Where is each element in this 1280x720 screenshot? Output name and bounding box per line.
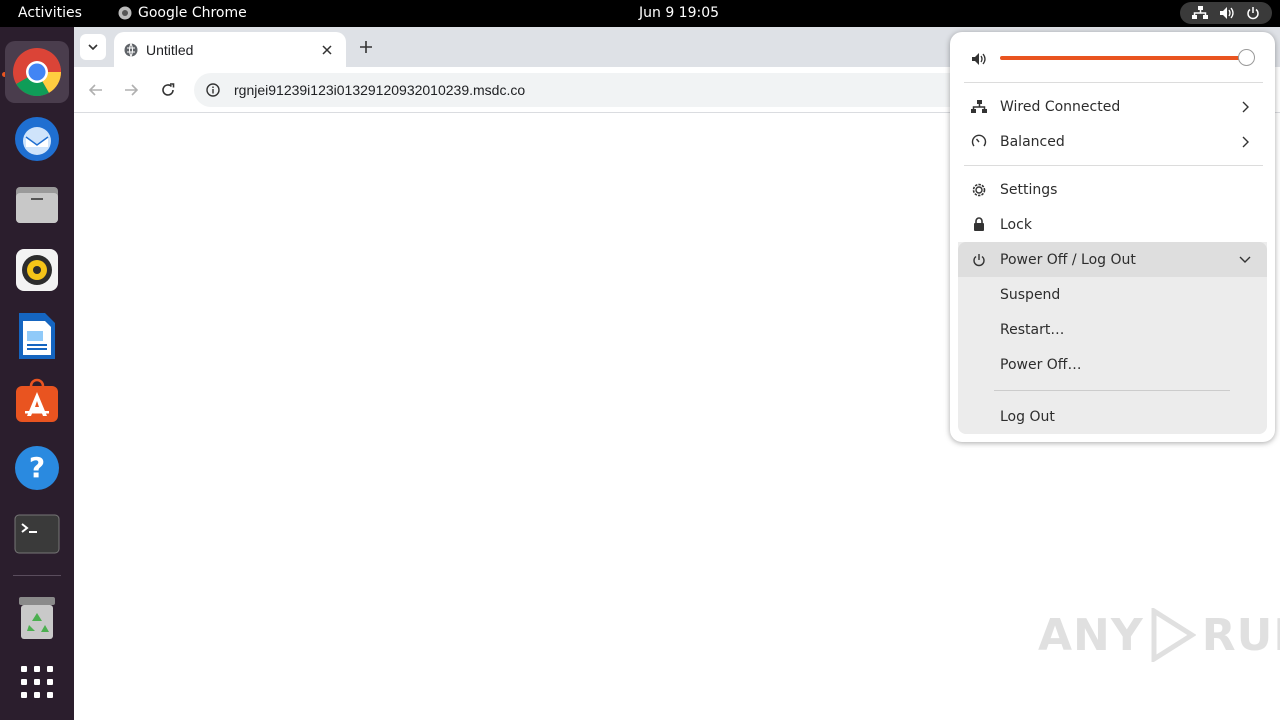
activities-button[interactable]: Activities: [18, 5, 82, 21]
arrow-left-icon: [89, 84, 102, 96]
forward-button[interactable]: [118, 77, 144, 103]
dock-writer[interactable]: [5, 305, 69, 367]
dock-trash[interactable]: [5, 587, 69, 649]
app-name: Google Chrome: [138, 5, 247, 21]
terminal-icon: [14, 514, 60, 554]
dock-app-grid[interactable]: [5, 651, 69, 713]
tab-close-button[interactable]: [318, 41, 336, 59]
new-tab-button[interactable]: [354, 35, 378, 59]
watermark: ANY RUN: [1038, 608, 1280, 662]
speaker-icon: [972, 53, 986, 65]
power-header-label: Power Off / Log Out: [1000, 251, 1136, 268]
rhythmbox-icon: [16, 249, 58, 291]
dock-separator: [13, 575, 61, 576]
volume-icon: [1219, 7, 1234, 19]
dock-help[interactable]: ?: [5, 437, 69, 499]
wired-connected-item[interactable]: Wired Connected: [958, 89, 1267, 124]
back-button[interactable]: [83, 77, 109, 103]
dock-chrome[interactable]: [5, 41, 69, 103]
power-icon: [973, 253, 985, 266]
plus-icon: [360, 41, 372, 53]
power-mode-item[interactable]: Balanced: [958, 124, 1267, 159]
trash-icon: [19, 597, 55, 639]
divider: [964, 165, 1263, 166]
power-mode-icon: [971, 134, 987, 146]
suspend-label: Suspend: [1000, 286, 1061, 303]
thunderbird-icon: [15, 117, 59, 161]
app-center-icon: [16, 378, 58, 422]
info-icon: [206, 83, 220, 97]
writer-icon: [19, 313, 55, 359]
dock-rhythmbox[interactable]: [5, 239, 69, 301]
system-tray[interactable]: [1180, 2, 1272, 24]
divider: [994, 390, 1230, 391]
reload-icon: [162, 83, 175, 96]
play-logo-icon: [1151, 608, 1196, 662]
power-off-label: Power Off…: [1000, 356, 1082, 373]
network-icon: [1191, 6, 1208, 19]
top-bar: Activities Google Chrome Jun 9 19:05: [0, 0, 1280, 27]
tab-search-button[interactable]: [80, 34, 106, 60]
network-icon: [971, 99, 987, 113]
dock-terminal[interactable]: [5, 503, 69, 565]
lock-icon: [974, 217, 984, 231]
lock-item[interactable]: Lock: [958, 207, 1267, 242]
chrome-icon: [13, 48, 62, 97]
divider: [964, 82, 1263, 83]
watermark-left: ANY: [1038, 609, 1144, 661]
files-icon: [16, 187, 58, 223]
chevron-down-icon: [88, 44, 98, 50]
app-grid-icon: [21, 666, 53, 698]
chevron-down-icon: [1239, 256, 1251, 263]
wired-label: Wired Connected: [1000, 98, 1121, 115]
dock-thunderbird[interactable]: [5, 107, 69, 169]
globe-icon: [124, 42, 138, 57]
log-out-item[interactable]: Log Out: [1000, 399, 1055, 434]
power-off-item[interactable]: Power Off…: [1000, 347, 1081, 382]
restart-item[interactable]: Restart…: [1000, 312, 1064, 347]
power-mode-label: Balanced: [1000, 133, 1065, 150]
arrow-right-icon: [125, 84, 138, 96]
help-icon: ?: [15, 446, 59, 490]
close-icon: [322, 44, 332, 55]
chrome-small-icon: [118, 6, 132, 20]
log-out-label: Log Out: [1000, 408, 1055, 425]
chevron-right-icon: [1242, 101, 1249, 112]
tab-untitled[interactable]: Untitled: [114, 32, 346, 67]
dock-files[interactable]: [5, 173, 69, 235]
power-icon: [1247, 7, 1260, 20]
restart-label: Restart…: [1000, 321, 1065, 338]
dock-app-center[interactable]: [5, 371, 69, 433]
app-menu[interactable]: Google Chrome: [118, 5, 247, 21]
svg-text:?: ?: [29, 451, 45, 484]
quick-settings-menu: Wired Connected Balanced Settings Lock P…: [950, 32, 1275, 442]
tab-title: Untitled: [146, 41, 194, 58]
clock[interactable]: Jun 9 19:05: [639, 5, 719, 21]
volume-slider-knob[interactable]: [1238, 49, 1255, 66]
watermark-right: RUN: [1201, 609, 1280, 661]
url-text: rgnjei91239i123i01329120932010239.msdc.c…: [234, 82, 526, 98]
suspend-item[interactable]: Suspend: [1000, 277, 1060, 312]
volume-slider-track[interactable]: [1000, 56, 1246, 60]
reload-button[interactable]: [155, 77, 181, 103]
gear-icon: [972, 183, 986, 196]
dock: ?: [0, 27, 74, 720]
chevron-right-icon: [1242, 136, 1249, 147]
settings-label: Settings: [1000, 181, 1058, 198]
power-off-log-out-item[interactable]: Power Off / Log Out: [958, 242, 1267, 277]
lock-label: Lock: [1000, 216, 1032, 233]
settings-item[interactable]: Settings: [958, 172, 1267, 207]
